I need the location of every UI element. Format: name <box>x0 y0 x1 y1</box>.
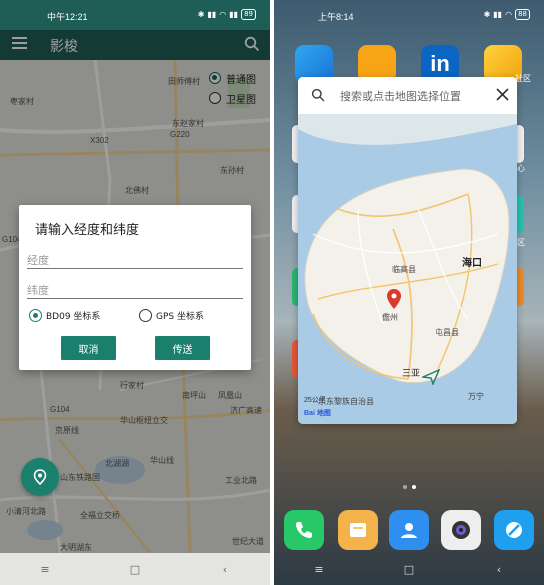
map-label-lingao: 临高县 <box>392 265 416 274</box>
send-location-icon[interactable] <box>422 369 440 385</box>
search-icon <box>311 88 325 102</box>
app-label-partial: 心 <box>517 164 525 173</box>
wifi-icon: ◠ <box>219 10 227 19</box>
map-pin-icon <box>387 289 401 309</box>
back-nav-icon[interactable]: ‹ <box>215 563 235 576</box>
status-time: 上午8:14 <box>318 12 354 22</box>
contacts-app-icon[interactable] <box>389 510 429 550</box>
back-nav-icon[interactable]: ‹ <box>489 563 509 576</box>
latitude-field[interactable] <box>27 279 243 300</box>
picker-search-placeholder: 搜索或点击地图选择位置 <box>340 90 461 103</box>
status-bar: 上午8:14 ✱ ▮▮ ◠ 88 <box>274 0 544 30</box>
right-phone-screen: 上午8:14 ✱ ▮▮ ◠ 88 in 社区 心 区 搜索或点击地图选择位置 海… <box>274 0 544 585</box>
map-label-ledong: 乐东黎族自治县 <box>318 397 374 406</box>
bluetooth-icon: ✱ <box>197 10 205 19</box>
map-scale-label: 25公里 <box>304 397 326 404</box>
status-icons: ✱ ▮▮ ◠ 88 <box>484 9 530 20</box>
bluetooth-icon: ✱ <box>483 10 491 19</box>
page-indicator <box>274 485 544 489</box>
battery-icon: 88 <box>515 9 530 20</box>
signal-icon: ▮▮ <box>229 10 239 19</box>
signal-icon: ▮▮ <box>493 10 503 19</box>
picker-search-bar[interactable]: 搜索或点击地图选择位置 <box>298 77 517 114</box>
status-icons: ✱ ▮▮ ◠ ▮▮ 89 <box>198 9 256 20</box>
location-pin-icon <box>33 469 47 486</box>
radio-unchecked-icon <box>139 309 152 322</box>
app-label-partial: 区 <box>517 238 525 247</box>
cancel-button[interactable]: 取消 <box>61 336 116 360</box>
coord-bd09-label: BD09 坐标系 <box>46 312 101 322</box>
home-nav-icon[interactable]: □ <box>125 563 145 576</box>
phone-app-icon[interactable] <box>284 510 324 550</box>
coord-bd09-option[interactable]: BD09 坐标系 <box>29 309 100 322</box>
longitude-field[interactable] <box>27 249 243 270</box>
radio-checked-icon <box>29 309 42 322</box>
contacts-icon <box>401 523 417 538</box>
app-label-partial: 社区 <box>515 74 531 83</box>
left-phone-screen: 田师傅村 枣家村 东赵家村 X302 G220 东孙村 北佛村 G104 行家村… <box>0 0 270 585</box>
camera-icon <box>452 521 470 539</box>
map-label-sanya: 三亚 <box>402 368 421 378</box>
browser-app-icon[interactable] <box>494 510 534 550</box>
location-fab[interactable] <box>21 458 59 496</box>
close-icon[interactable] <box>496 88 509 101</box>
map-label-danzhou: 儋州 <box>382 313 398 322</box>
coord-gps-option[interactable]: GPS 坐标系 <box>139 309 204 322</box>
signal-icon: ▮▮ <box>207 10 217 19</box>
system-nav-bar: ≡ □ ‹ <box>0 553 270 585</box>
dialog-title: 请输入经度和纬度 <box>35 223 140 238</box>
location-picker-window: 搜索或点击地图选择位置 海口 临高县 儋州 屯昌县 万宁 乐东黎族自治县 三亚 … <box>298 77 517 424</box>
notes-icon <box>350 523 366 537</box>
home-nav-icon[interactable]: □ <box>399 563 419 576</box>
coord-gps-label: GPS 坐标系 <box>156 312 204 322</box>
camera-app-icon[interactable] <box>441 510 481 550</box>
status-time: 中午12:21 <box>47 12 88 22</box>
system-nav-bar: ≡ □ ‹ <box>274 553 544 585</box>
status-bar: 中午12:21 ✱ ▮▮ ◠ ▮▮ 89 <box>0 0 270 30</box>
baidu-map-logo: Bai 地图 <box>304 410 331 417</box>
latitude-input[interactable] <box>27 281 243 300</box>
map-label-wanning: 万宁 <box>468 392 484 401</box>
recents-nav-icon[interactable]: ≡ <box>35 563 55 576</box>
map-label-haikou: 海口 <box>462 258 482 269</box>
wifi-icon: ◠ <box>505 10 513 19</box>
notes-app-icon[interactable] <box>338 510 378 550</box>
phone-icon <box>296 522 312 538</box>
battery-icon: 89 <box>241 9 256 20</box>
longitude-input[interactable] <box>27 251 243 270</box>
send-button[interactable]: 传送 <box>155 336 210 360</box>
map-label-tunchang: 屯昌县 <box>435 328 459 337</box>
coordinate-dialog: 请输入经度和纬度 BD09 坐标系 GPS 坐标系 取消 传送 <box>19 205 251 370</box>
recents-nav-icon[interactable]: ≡ <box>309 563 329 576</box>
browser-icon <box>506 522 522 538</box>
